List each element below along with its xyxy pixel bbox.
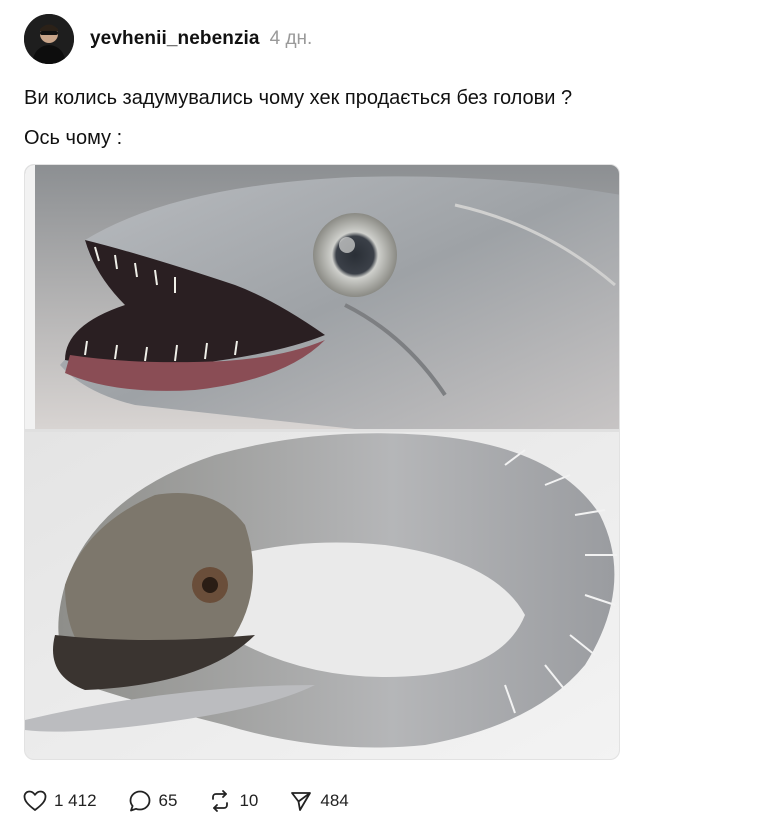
post-card: yevhenii_nebenzia 4 дн. Ви колись задуму… — [0, 0, 768, 826]
repost-button[interactable]: 10 — [207, 788, 258, 814]
send-icon — [288, 788, 314, 814]
heart-icon — [22, 788, 48, 814]
post-actions: 1 412 65 10 484 — [22, 786, 379, 816]
comment-button[interactable]: 65 — [127, 788, 178, 814]
comment-bubble-icon — [127, 788, 153, 814]
post-text-line-2: Ось чому : — [24, 127, 123, 149]
repost-count: 10 — [239, 791, 259, 810]
post-timestamp: 4 дн. — [269, 28, 313, 49]
comment-count: 65 — [158, 791, 178, 810]
like-count: 1 412 — [54, 791, 97, 810]
share-count: 484 — [320, 791, 349, 810]
username[interactable]: yevhenii_nebenzia — [90, 28, 260, 50]
avatar[interactable] — [24, 14, 74, 64]
like-button[interactable]: 1 412 — [22, 788, 97, 814]
repost-icon — [207, 788, 233, 814]
post-text-line-1: Ви колись задумувались чому хек продаєть… — [24, 87, 573, 109]
share-button[interactable]: 484 — [288, 788, 349, 814]
post-header: yevhenii_nebenzia 4 дн. — [24, 14, 312, 64]
post-image[interactable] — [24, 164, 620, 760]
